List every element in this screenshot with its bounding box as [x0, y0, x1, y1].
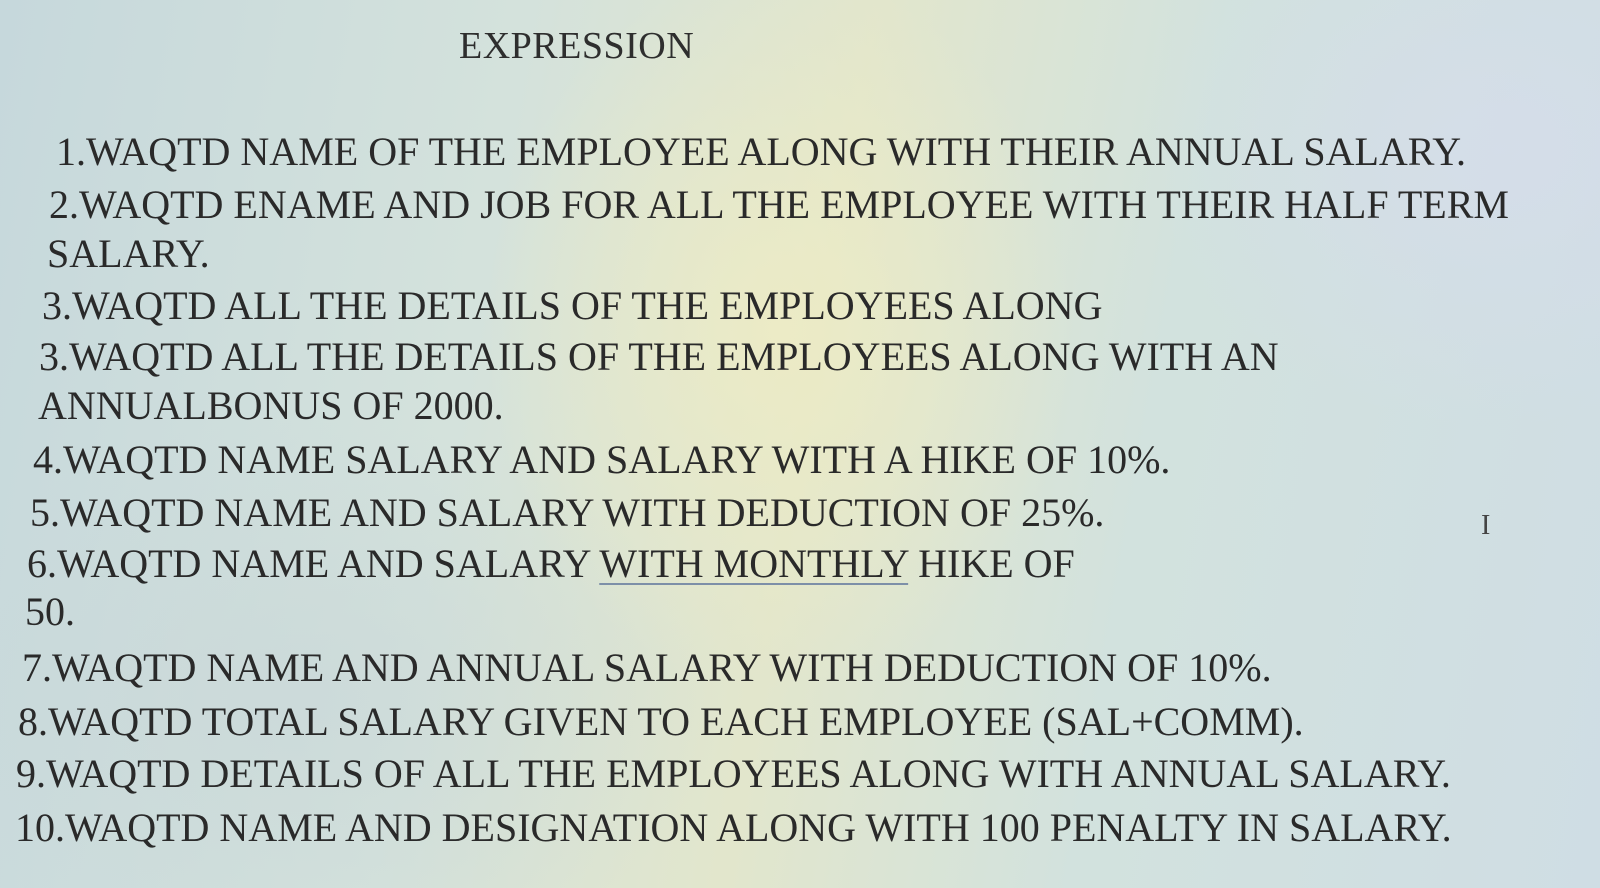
question-6-continued: 50.	[25, 589, 75, 634]
question-1: 1.WAQTD NAME OF THE EMPLOYEE ALONG WITH …	[56, 129, 1466, 174]
question-2-continued: SALARY.	[47, 231, 210, 276]
slide-title: EXPRESSION	[459, 25, 695, 67]
slide: EXPRESSION 1.WAQTD NAME OF THE EMPLOYEE …	[0, 0, 1600, 888]
question-7: 7.WAQTD NAME AND ANNUAL SALARY WITH DEDU…	[22, 645, 1272, 690]
text-cursor-icon: I	[1481, 510, 1491, 541]
question-6: 6.WAQTD NAME AND SALARY WITH MONTHLY HIK…	[27, 540, 1075, 587]
question-5: 5.WAQTD NAME AND SALARY WITH DEDUCTION O…	[30, 490, 1105, 535]
question-6-underlined: WITH MONTHLY	[599, 541, 909, 586]
question-10: 10.WAQTD NAME AND DESIGNATION ALONG WITH…	[15, 805, 1452, 850]
question-6-start: 6.WAQTD NAME AND SALARY	[27, 541, 600, 586]
question-4: 4.WAQTD NAME SALARY AND SALARY WITH A HI…	[33, 437, 1171, 482]
question-3-partial: 3.WAQTD ALL THE DETAILS OF THE EMPLOYEES…	[42, 283, 1103, 328]
question-3: 3.WAQTD ALL THE DETAILS OF THE EMPLOYEES…	[39, 334, 1279, 379]
question-6-end: HIKE OF	[908, 541, 1075, 586]
question-3-continued: ANNUALBONUS OF 2000.	[38, 383, 504, 428]
question-2: 2.WAQTD ENAME AND JOB FOR ALL THE EMPLOY…	[49, 182, 1509, 227]
question-8: 8.WAQTD TOTAL SALARY GIVEN TO EACH EMPLO…	[18, 699, 1304, 744]
question-9: 9.WAQTD DETAILS OF ALL THE EMPLOYEES ALO…	[16, 751, 1451, 796]
